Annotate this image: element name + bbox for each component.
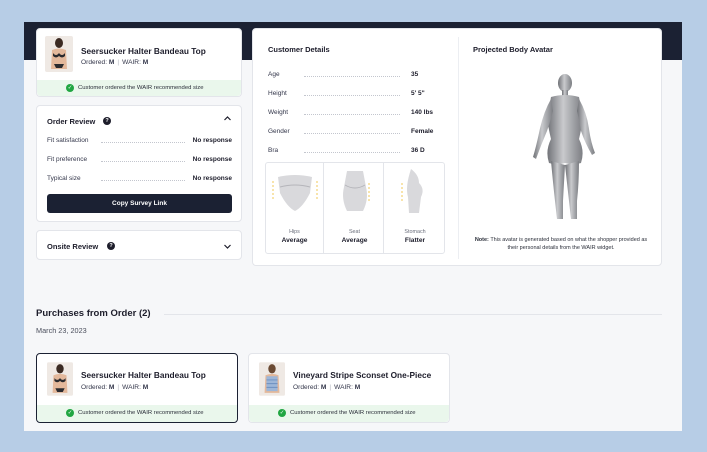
purchase-item-card[interactable]: Vineyard Stripe Sconset One-Piece Ordere… [248, 353, 450, 423]
dotted-leader [304, 114, 400, 115]
product-name: Seersucker Halter Bandeau Top [81, 46, 206, 56]
note-text: This avatar is generated based on what t… [490, 237, 648, 251]
body-avatar-figure [533, 74, 595, 219]
ordered-value: M [108, 59, 115, 66]
recommendation-banner: ✓ Customer ordered the WAIR recommended … [37, 80, 241, 96]
body-shape-hips: Hips Average [266, 163, 324, 253]
app-frame: Seersucker Halter Bandeau Top Ordered: M… [24, 22, 682, 431]
row-label: Age [268, 71, 280, 78]
order-review-title: Order Review [47, 117, 96, 126]
note-label: Note: [474, 237, 489, 243]
dotted-leader [101, 180, 185, 181]
chevron-up-icon[interactable] [223, 114, 232, 125]
product-thumbnail-bikini [45, 36, 73, 72]
recommendation-text: Customer ordered the WAIR recommended si… [78, 409, 204, 416]
check-circle-icon: ✓ [66, 84, 74, 92]
shape-label: Seat [348, 229, 361, 235]
customer-detail-row: Height 5' 5" [268, 90, 443, 100]
question-circle-icon[interactable]: ? [103, 117, 111, 125]
row-value: 35 [411, 71, 419, 78]
customer-detail-row: Age 35 [268, 71, 421, 81]
body-shape-panel: Hips Average Seat Average Stomach Flatte… [265, 162, 445, 254]
product-size-info: Ordered: M | WAIR: M [293, 384, 361, 391]
avatar-title: Projected Body Avatar [473, 45, 553, 54]
customer-detail-row: Gender Female [268, 128, 443, 138]
shape-label: Stomach [404, 229, 426, 235]
hips-shape-icon [272, 175, 318, 211]
shape-value: Average [341, 237, 368, 244]
wair-label: WAIR: [122, 384, 141, 391]
body-shape-seat: Seat Average [326, 163, 384, 253]
stomach-shape-icon [401, 169, 423, 213]
recommendation-text: Customer ordered the WAIR recommended si… [78, 84, 204, 91]
product-thumbnail-swimsuit [259, 362, 285, 396]
purchases-divider [164, 314, 662, 315]
row-value: No response [192, 156, 232, 163]
onsite-review-card[interactable]: Onsite Review ? [36, 230, 242, 260]
seat-shape-icon [343, 171, 370, 211]
dotted-leader [304, 133, 400, 134]
dotted-leader [304, 95, 400, 96]
row-label: Height [268, 90, 287, 97]
customer-details-card: Customer Details Age 35 Height 5' 5" Wei… [252, 28, 662, 266]
ordered-label: Ordered: [81, 384, 108, 391]
purchases-title: Purchases from Order (2) [36, 308, 151, 319]
row-label: Fit preference [47, 156, 88, 163]
row-label: Typical size [47, 175, 81, 182]
recommendation-banner: ✓ Customer ordered the WAIR recommended … [37, 405, 237, 422]
dotted-leader [304, 152, 400, 153]
row-label: Weight [268, 109, 289, 116]
chevron-down-icon[interactable] [223, 242, 232, 253]
wair-value: M [142, 59, 149, 66]
copy-survey-link-button[interactable]: Copy Survey Link [47, 194, 232, 213]
product-size-info: Ordered: M | WAIR: M [81, 384, 149, 391]
row-label: Bra [268, 147, 279, 154]
row-value: 36 D [411, 147, 425, 154]
shape-value: Average [281, 237, 308, 244]
row-label: Gender [268, 128, 290, 135]
recommendation-text: Customer ordered the WAIR recommended si… [290, 409, 416, 416]
wair-value: M [354, 384, 361, 391]
ordered-value: M [320, 384, 327, 391]
wair-value: M [142, 384, 149, 391]
check-circle-icon: ✓ [66, 409, 74, 417]
order-review-card: Order Review ? Fit satisfaction No respo… [36, 105, 242, 222]
order-review-row: Fit satisfaction No response [47, 137, 232, 147]
onsite-review-title: Onsite Review [47, 242, 99, 251]
check-circle-icon: ✓ [278, 409, 286, 417]
customer-details-title: Customer Details [268, 45, 330, 54]
body-shape-stomach: Stomach Flatter [386, 163, 444, 253]
row-value: No response [192, 137, 232, 144]
row-value: 140 lbs [411, 109, 434, 116]
dotted-leader [304, 76, 400, 77]
ordered-value: M [108, 384, 115, 391]
purchase-date: March 23, 2023 [36, 326, 87, 335]
product-size-info: Ordered: M | WAIR: M [81, 59, 149, 66]
row-label: Fit satisfaction [47, 137, 89, 144]
dotted-leader [101, 161, 185, 162]
customer-detail-row: Bra 36 D [268, 147, 443, 157]
customer-detail-row: Weight 140 lbs [268, 109, 443, 119]
row-value: No response [192, 175, 232, 182]
ordered-label: Ordered: [81, 59, 108, 66]
purchase-item-card[interactable]: Seersucker Halter Bandeau Top Ordered: M… [36, 353, 238, 423]
order-review-row: Fit preference No response [47, 156, 232, 166]
product-summary-card: Seersucker Halter Bandeau Top Ordered: M… [36, 28, 242, 97]
row-value: Female [411, 128, 434, 135]
product-name: Vineyard Stripe Sconset One-Piece [293, 370, 432, 380]
question-circle-icon[interactable]: ? [107, 242, 115, 250]
order-review-row: Typical size No response [47, 175, 232, 185]
shape-value: Flatter [404, 237, 426, 244]
product-thumbnail-bikini [47, 362, 73, 396]
shape-label: Hips [289, 229, 300, 235]
ordered-label: Ordered: [293, 384, 320, 391]
dotted-leader [101, 142, 185, 143]
wair-label: WAIR: [122, 59, 141, 66]
recommendation-banner: ✓ Customer ordered the WAIR recommended … [249, 405, 449, 422]
avatar-note: Note: This avatar is generated based on … [473, 237, 649, 252]
product-name: Seersucker Halter Bandeau Top [81, 370, 206, 380]
row-value: 5' 5" [411, 90, 425, 97]
wair-label: WAIR: [334, 384, 353, 391]
vertical-divider [458, 37, 459, 259]
